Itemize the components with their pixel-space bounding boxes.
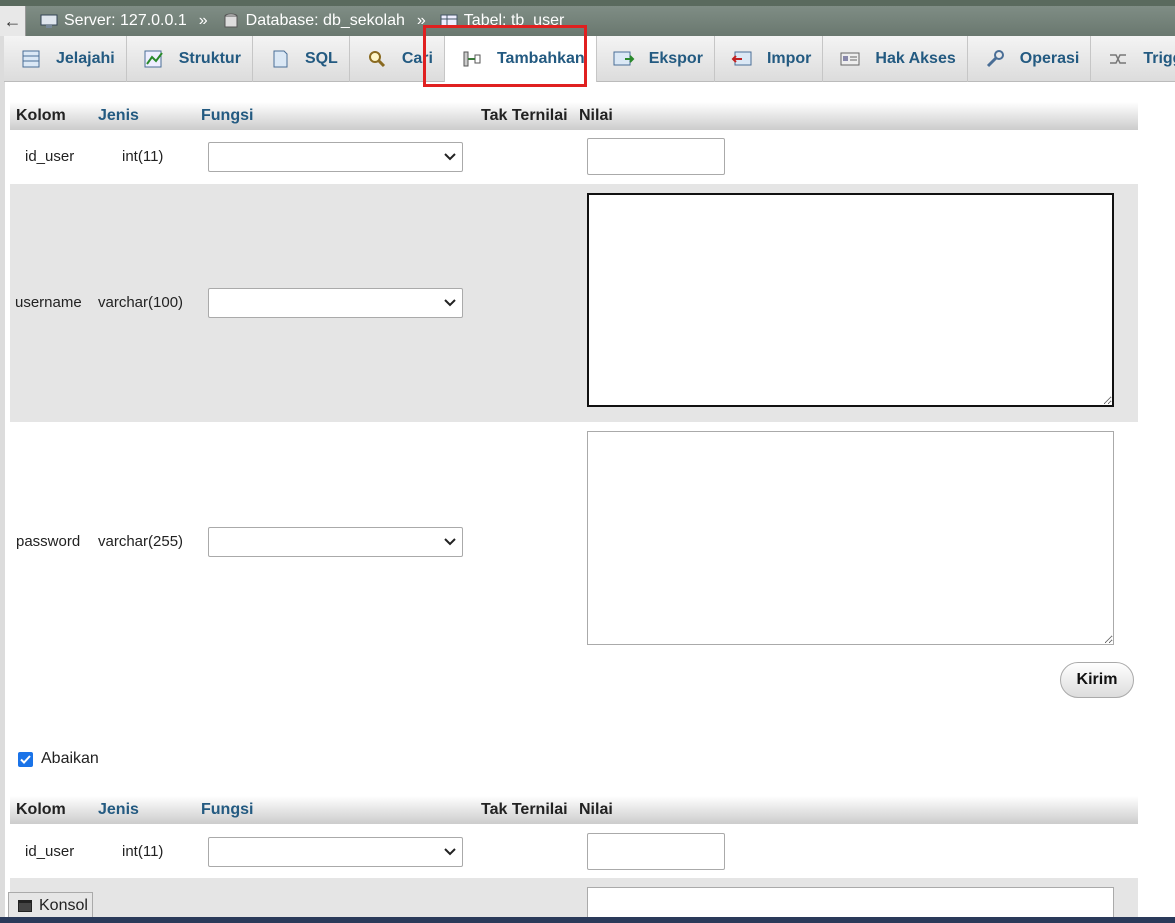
header-fungsi[interactable]: Fungsi [201, 801, 253, 819]
privileges-icon [839, 49, 861, 69]
tab-bar: Jelajahi Struktur SQL Cari Tambahkan Eks… [4, 36, 1175, 82]
value-input[interactable] [587, 833, 725, 870]
column-type: int(11) [122, 843, 164, 860]
search-icon [366, 49, 388, 69]
column-name: username [15, 294, 82, 311]
sql-icon [269, 49, 291, 69]
header-kolom: Kolom [16, 107, 66, 124]
trigger-icon [1107, 49, 1129, 69]
tab-browse-label: Jelajahi [56, 50, 115, 67]
tab-privileges[interactable]: Hak Akses [823, 36, 968, 82]
console-toggle[interactable]: Konsol [8, 892, 93, 920]
tab-search-label: Cari [401, 50, 433, 67]
column-name: id_user [25, 843, 75, 860]
tab-trigger-label: Trigger [1143, 50, 1175, 67]
table-header: Kolom Jenis Fungsi Tak Ternilai Nilai [10, 102, 1138, 130]
tab-import[interactable]: Impor [715, 36, 824, 82]
breadcrumb: ← Server: 127.0.0.1 » Database: db_sekol… [0, 6, 1175, 36]
tab-structure[interactable]: Struktur [127, 36, 253, 82]
tab-search[interactable]: Cari [350, 36, 445, 82]
tab-insert-label: Tambahkan [496, 50, 585, 67]
table-row [10, 878, 1138, 918]
tab-insert[interactable]: Tambahkan [444, 36, 597, 82]
back-arrow-icon[interactable]: ← [0, 6, 26, 36]
ignore-checkbox-row[interactable]: Abaikan [18, 750, 99, 768]
console-label: Konsol [39, 897, 88, 914]
header-tak-ternilai: Tak Ternilai [481, 801, 568, 818]
header-fungsi[interactable]: Fungsi [201, 107, 253, 125]
server-icon [40, 14, 58, 28]
browse-icon [20, 49, 42, 69]
table-row: id_user int(11) [10, 824, 1138, 878]
value-textarea[interactable] [587, 431, 1114, 645]
function-select[interactable] [208, 837, 463, 867]
submit-button[interactable]: Kirim [1060, 662, 1134, 698]
table-row: username varchar(100) [10, 184, 1138, 422]
tab-browse[interactable]: Jelajahi [4, 36, 127, 82]
column-name: password [16, 533, 81, 550]
breadcrumb-table-label: Tabel: tb_user [463, 12, 565, 29]
value-input[interactable] [587, 138, 725, 175]
checkmark-icon [20, 754, 31, 764]
database-icon [224, 13, 238, 28]
ignore-label: Abaikan [41, 750, 99, 767]
tab-operations[interactable]: Operasi [968, 36, 1092, 82]
tab-export[interactable]: Ekspor [597, 36, 715, 82]
console-icon [18, 900, 32, 912]
column-name: id_user [25, 148, 75, 165]
ignore-checkbox[interactable] [18, 751, 33, 767]
function-select[interactable] [208, 142, 463, 172]
header-nilai: Nilai [579, 107, 613, 124]
breadcrumb-server[interactable]: Server: 127.0.0.1 [40, 12, 187, 30]
tab-trigger[interactable]: Trigger [1091, 36, 1175, 82]
breadcrumb-separator: » [416, 12, 426, 29]
tab-sql[interactable]: SQL [253, 36, 350, 82]
header-jenis[interactable]: Jenis [98, 107, 139, 125]
column-type: varchar(100) [98, 294, 184, 311]
tab-operations-label: Operasi [1019, 50, 1080, 67]
taskbar-edge [0, 917, 1175, 923]
header-tak-ternilai: Tak Ternilai [481, 107, 568, 124]
table-icon [440, 14, 458, 28]
breadcrumb-server-label: Server: 127.0.0.1 [64, 12, 187, 29]
function-select[interactable] [208, 527, 463, 557]
import-icon [731, 49, 753, 69]
export-icon [613, 49, 635, 69]
value-textarea[interactable] [587, 193, 1114, 407]
breadcrumb-database[interactable]: Database: db_sekolah [222, 12, 405, 30]
insert-icon [461, 49, 483, 69]
table-row: id_user int(11) [10, 130, 1138, 184]
left-border [0, 36, 5, 923]
header-kolom: Kolom [16, 801, 66, 818]
tab-structure-label: Struktur [178, 50, 241, 67]
structure-icon [143, 49, 165, 69]
header-nilai: Nilai [579, 801, 613, 818]
table-header: Kolom Jenis Fungsi Tak Ternilai Nilai [10, 796, 1138, 824]
header-jenis[interactable]: Jenis [98, 801, 139, 819]
operations-icon [984, 49, 1006, 69]
tab-sql-label: SQL [304, 50, 338, 67]
breadcrumb-table[interactable]: Tabel: tb_user [440, 12, 565, 30]
breadcrumb-separator: » [198, 12, 208, 29]
breadcrumb-database-label: Database: db_sekolah [245, 12, 405, 29]
tab-import-label: Impor [766, 50, 812, 67]
column-type: varchar(255) [98, 533, 184, 550]
tab-export-label: Ekspor [648, 50, 703, 67]
table-row: password varchar(255) [10, 422, 1138, 652]
tab-privileges-label: Hak Akses [875, 50, 956, 67]
value-textarea[interactable] [587, 887, 1114, 918]
function-select[interactable] [208, 288, 463, 318]
column-type: int(11) [122, 148, 164, 165]
